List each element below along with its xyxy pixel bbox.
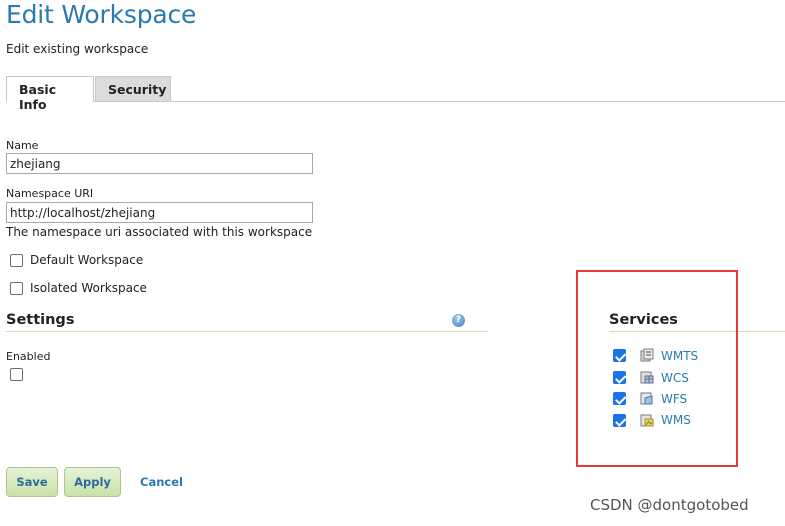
page-subtitle: Edit existing workspace [6,42,149,56]
settings-divider [6,331,488,332]
tab-basic-info[interactable]: Basic Info [6,76,94,112]
name-label: Name [6,139,39,152]
help-icon[interactable]: ? [452,314,465,327]
isolated-workspace-label: Isolated Workspace [30,281,147,295]
watermark: CSDN @dontgotobed [590,496,749,514]
name-input[interactable] [6,153,313,174]
namespace-uri-help: The namespace uri associated with this w… [6,225,313,239]
highlight-box [576,270,738,467]
isolated-workspace-checkbox[interactable] [10,282,23,295]
apply-button[interactable]: Apply [64,467,121,497]
tab-security[interactable]: Security [95,76,171,101]
settings-heading: Settings [6,312,75,328]
namespace-uri-label: Namespace URI [6,187,94,200]
save-button[interactable]: Save [6,467,58,497]
default-workspace-label: Default Workspace [30,253,144,267]
enabled-checkbox[interactable] [10,368,23,381]
enabled-label: Enabled [6,350,51,363]
namespace-uri-input[interactable] [6,202,313,223]
cancel-link[interactable]: Cancel [140,475,183,489]
tab-divider [6,101,785,102]
page-title: Edit Workspace [6,0,197,29]
default-workspace-checkbox[interactable] [10,254,23,267]
